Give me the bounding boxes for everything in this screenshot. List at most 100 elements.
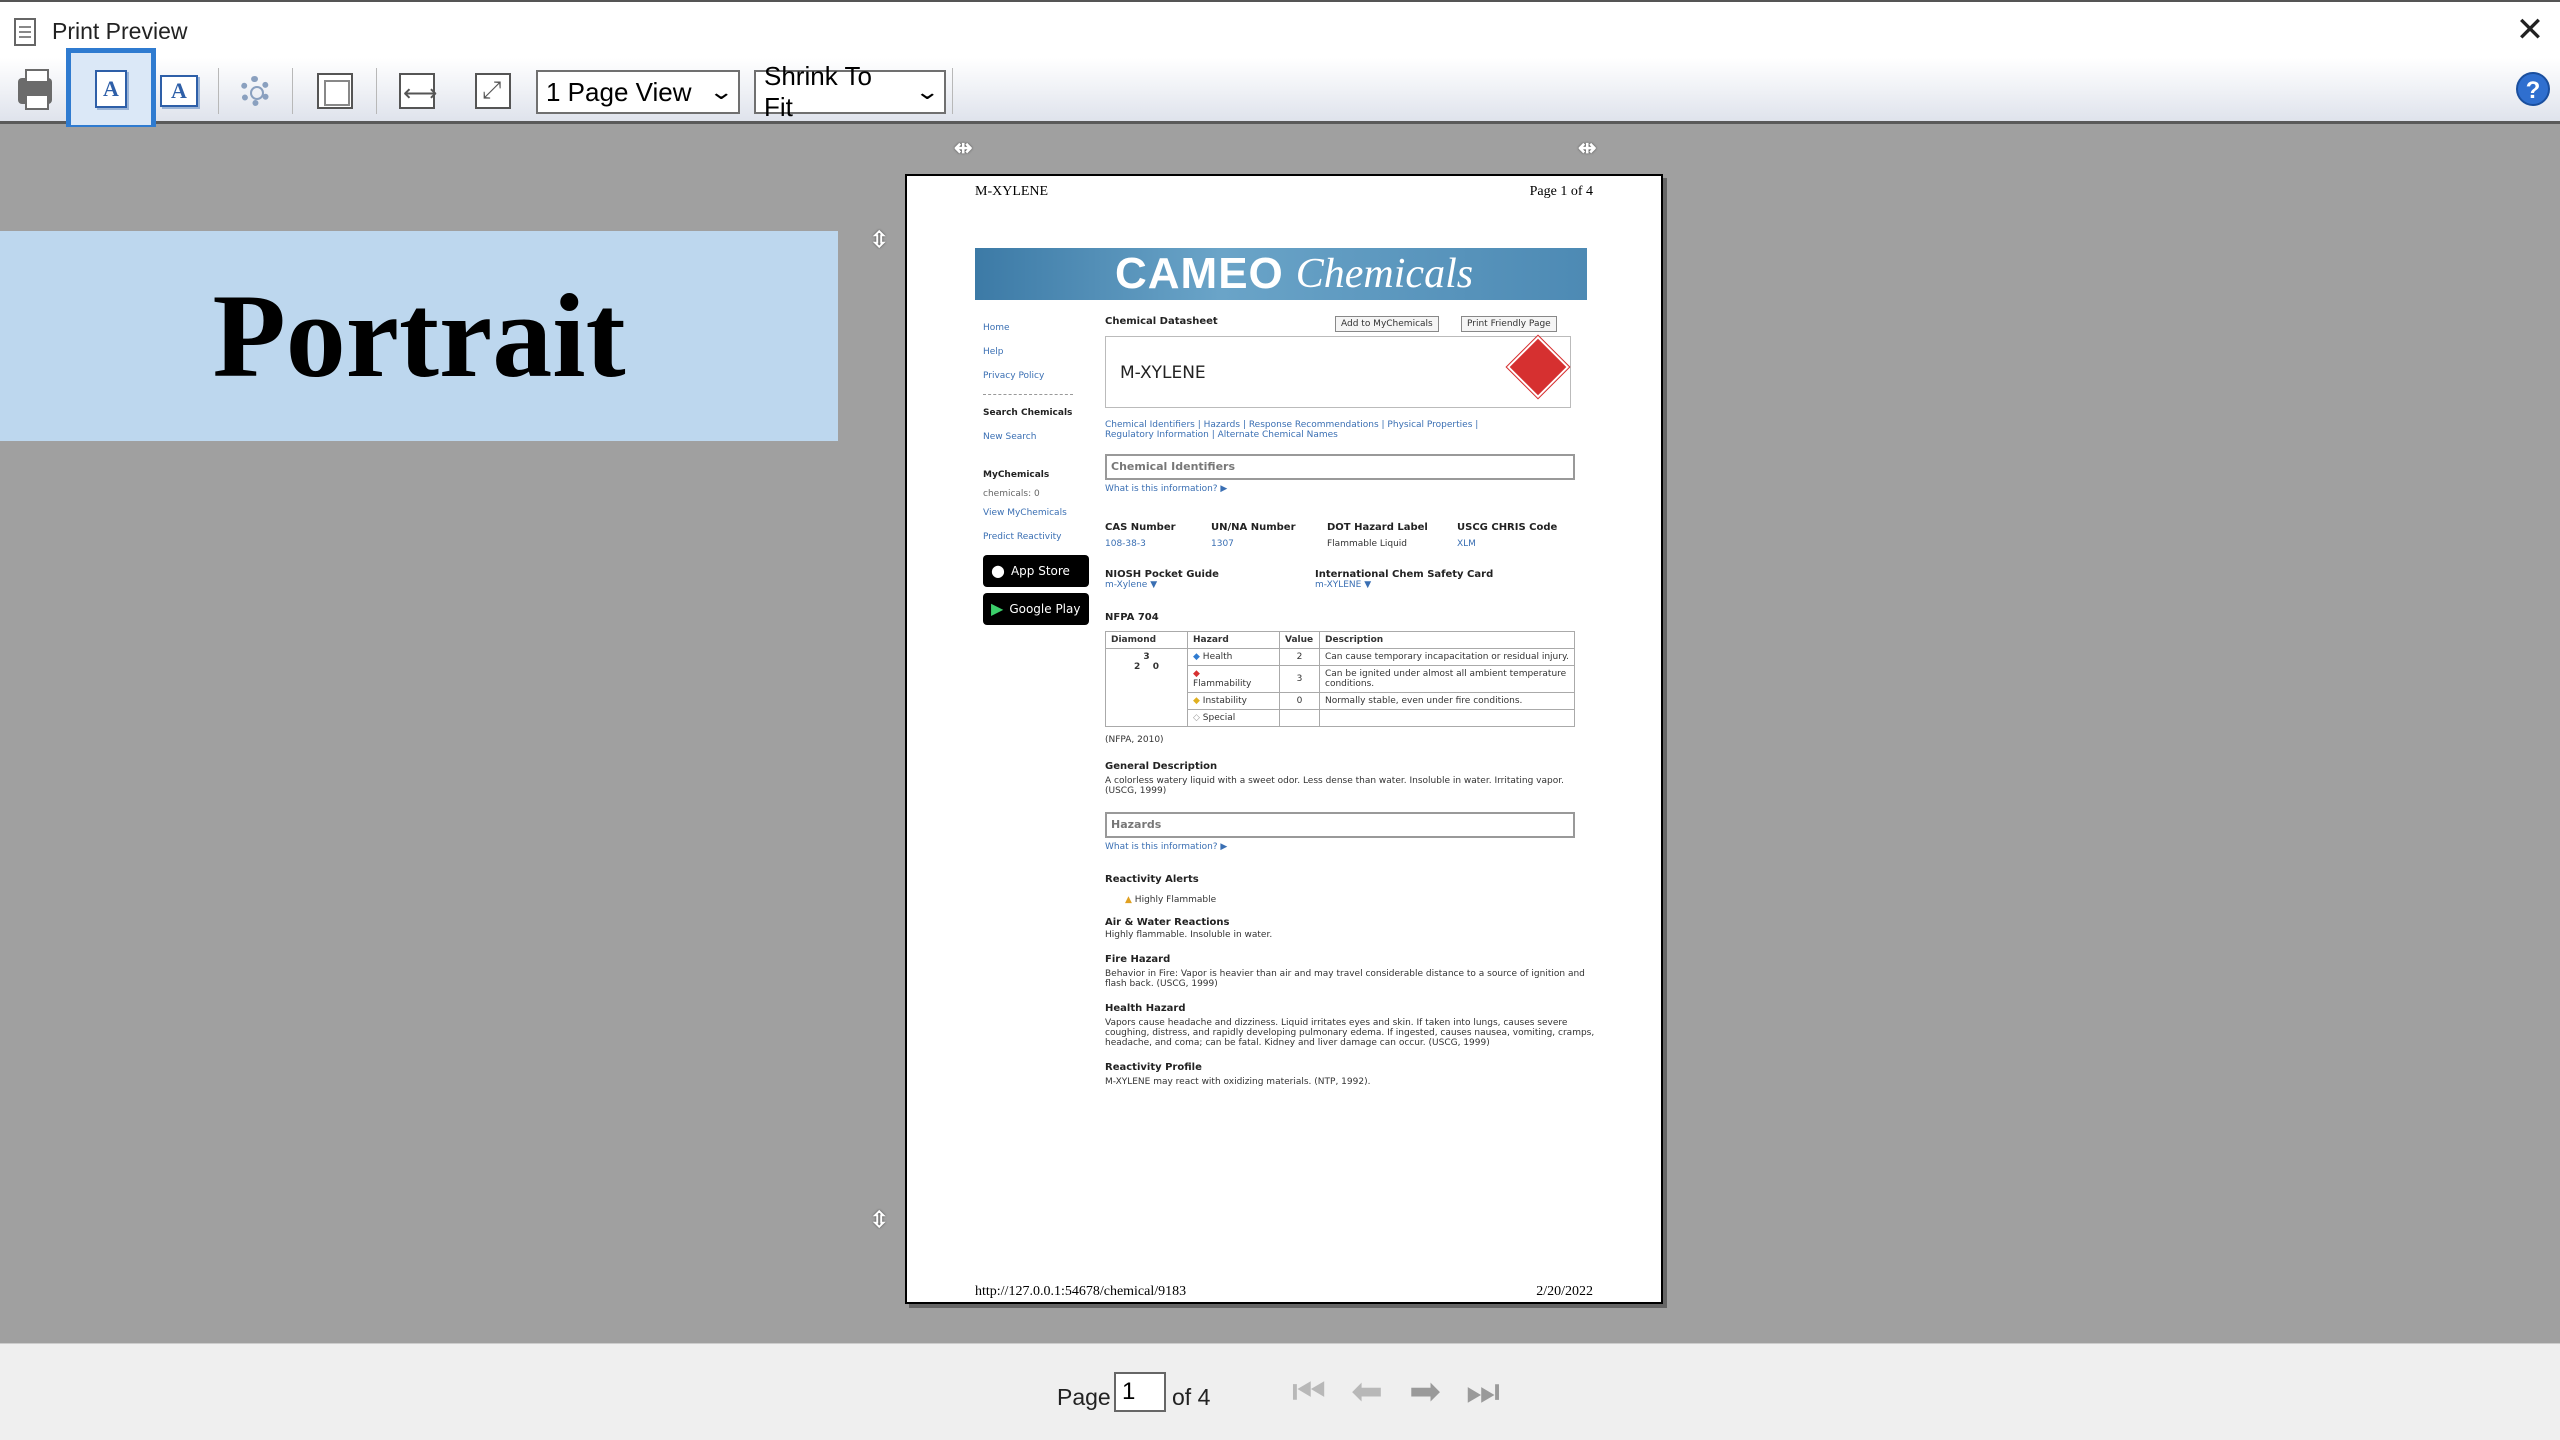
react-profile-header: Reactivity Profile	[1105, 1062, 1202, 1073]
sidebar-new-search: New Search	[983, 432, 1037, 442]
nfpa-diamond-cell: 3 2 0	[1105, 648, 1188, 727]
react-profile: M-XYLENE may react with oxidizing materi…	[1105, 1077, 1371, 1087]
chemical-name: M-XYLENE	[1120, 363, 1206, 383]
next-page-icon[interactable]: ➡	[1402, 1370, 1448, 1414]
section-hazards: Hazards	[1105, 812, 1575, 838]
right-margin-handle[interactable]: ⇹	[1578, 135, 1596, 161]
table-row: 3 2 0 ◆ Health 2 Can cause temporary inc…	[1105, 648, 1575, 727]
air-water: Highly flammable. Insoluble in water.	[1105, 930, 1273, 940]
page-nav-links-2: Regulatory Information | Alternate Chemi…	[1105, 430, 1338, 440]
add-mychem-button: Add to MyChemicals	[1335, 316, 1439, 332]
nfpa-desc: Can be ignited under almost all ambient …	[1319, 665, 1575, 693]
gear-icon	[240, 76, 270, 106]
print-friendly-button: Print Friendly Page	[1461, 316, 1557, 332]
title-bar: Print Preview ✕	[0, 0, 2560, 58]
sidebar-mychem-header: MyChemicals	[983, 470, 1050, 480]
gen-desc-header: General Description	[1105, 761, 1218, 772]
nfpa-header-row: Diamond Hazard Value Description	[1105, 631, 1575, 649]
sidebar-predict: Predict Reactivity	[983, 532, 1062, 542]
instability-diamond-icon: ◆	[1193, 696, 1200, 706]
niosh-header: NIOSH Pocket Guide	[1105, 569, 1219, 580]
sidebar-divider	[983, 394, 1073, 395]
what-info-link: What is this information? ▶	[1105, 842, 1228, 852]
air-water-header: Air & Water Reactions	[1105, 917, 1230, 928]
close-icon[interactable]: ✕	[2512, 12, 2548, 48]
page-view-value: 1 Page View	[546, 76, 692, 107]
first-page-icon[interactable]: ⏮	[1286, 1370, 1332, 1414]
landscape-button[interactable]: A	[152, 64, 206, 118]
portrait-button[interactable]: A	[66, 48, 156, 130]
portrait-annotation-text: Portrait	[212, 269, 626, 402]
nfpa-hazard: Flammability	[1193, 679, 1252, 689]
page-sidebar: Home Help Privacy Policy Search Chemical…	[983, 316, 1103, 625]
left-margin-handle[interactable]: ⇹	[954, 135, 972, 161]
un-header: UN/NA Number	[1211, 522, 1296, 533]
uscg-value: XLM	[1457, 539, 1476, 549]
page-view-select[interactable]: 1 Page View ⌄	[536, 70, 740, 114]
bottom-margin-handle[interactable]: ⇳	[870, 1207, 888, 1233]
fire-header: Fire Hazard	[1105, 954, 1171, 965]
print-button[interactable]	[8, 64, 62, 118]
nfpa-value	[1279, 709, 1320, 727]
page-main: Chemical Datasheet Add to MyChemicals Pr…	[1105, 316, 1595, 1087]
fit-page-button[interactable]	[466, 64, 520, 118]
nfpa-desc	[1319, 709, 1575, 727]
top-margin-handle[interactable]: ⇳	[870, 227, 888, 253]
single-page-button[interactable]	[308, 64, 362, 118]
single-page-icon	[317, 73, 353, 109]
nfpa-value: 2	[1279, 648, 1320, 666]
icsc-header: International Chem Safety Card	[1315, 569, 1494, 580]
app-store-badge: ● App Store	[983, 555, 1089, 587]
landscape-page-icon: A	[160, 75, 198, 107]
fire: Behavior in Fire: Vapor is heavier than …	[1105, 969, 1585, 989]
gen-desc: A colorless watery liquid with a sweet o…	[1105, 776, 1564, 796]
sidebar-mychem-count: chemicals: 0	[983, 489, 1040, 499]
preview-area: Portrait ⇹ ⇹ ⇳ ⇳ M-XYLENE Page 1 of 4 CA…	[0, 127, 2560, 1343]
uscg-header: USCG CHRIS Code	[1457, 522, 1558, 533]
last-page-icon[interactable]: ⏭	[1460, 1370, 1506, 1414]
nfpa-hazard-cell: ◆ Health	[1187, 648, 1280, 666]
niosh-value: m-Xylene ▼	[1105, 580, 1158, 590]
page-header-right: Page 1 of 4	[1529, 184, 1593, 199]
page-label: Page	[1057, 1384, 1111, 1410]
toolbar-separator	[376, 68, 377, 114]
help-icon[interactable]: ?	[2516, 72, 2550, 106]
section-identifiers: Chemical Identifiers	[1105, 454, 1575, 480]
nfpa-col-description: Description	[1319, 631, 1575, 649]
cameo-logo-banner: CAMEO Chemicals	[975, 248, 1587, 300]
nfpa-hazard-cell: ◆ Instability	[1187, 692, 1280, 710]
page-total: of 4	[1172, 1384, 1211, 1410]
sidebar-privacy: Privacy Policy	[983, 371, 1045, 381]
zoom-value: Shrink To Fit	[764, 61, 872, 122]
what-info-link: What is this information? ▶	[1105, 484, 1228, 494]
chevron-down-icon: ⌄	[913, 79, 940, 104]
nfpa-col-value: Value	[1279, 631, 1320, 649]
portrait-page-icon: A	[95, 70, 127, 108]
sidebar-help: Help	[983, 347, 1004, 357]
chemical-name-box: M-XYLENE	[1105, 334, 1571, 408]
sidebar-view-mychem: View MyChemicals	[983, 508, 1067, 518]
fit-page-icon	[475, 73, 511, 109]
special-diamond-icon: ◇	[1193, 713, 1200, 723]
page-setup-button[interactable]	[228, 64, 282, 118]
nfpa-hazard-cell: ◆ Flammability	[1187, 665, 1280, 693]
page-number-input[interactable]	[1114, 1372, 1166, 1412]
previous-page-icon[interactable]: ⬅	[1344, 1370, 1390, 1414]
play-icon: ▶	[991, 599, 1004, 618]
toolbar-separator	[218, 68, 219, 114]
google-play-label: Google Play	[1009, 602, 1081, 616]
nfpa-col-hazard: Hazard	[1187, 631, 1280, 649]
nfpa-desc: Normally stable, even under fire conditi…	[1319, 692, 1575, 710]
window-title: Print Preview	[52, 18, 188, 44]
page-footer-right: 2/20/2022	[1536, 1284, 1593, 1299]
diamond-right: 0	[1152, 662, 1160, 672]
flammable-placard-icon	[1505, 334, 1571, 400]
zoom-select[interactable]: Shrink To Fit ⌄	[754, 61, 946, 122]
diamond-left: 2	[1133, 662, 1141, 672]
nfpa-value: 3	[1279, 665, 1320, 693]
health-header: Health Hazard	[1105, 1003, 1186, 1014]
cas-value: 108-38-3	[1105, 539, 1146, 549]
page-header-left: M-XYLENE	[975, 184, 1049, 199]
apple-icon: ●	[991, 561, 1005, 580]
fit-width-button[interactable]	[390, 64, 444, 118]
